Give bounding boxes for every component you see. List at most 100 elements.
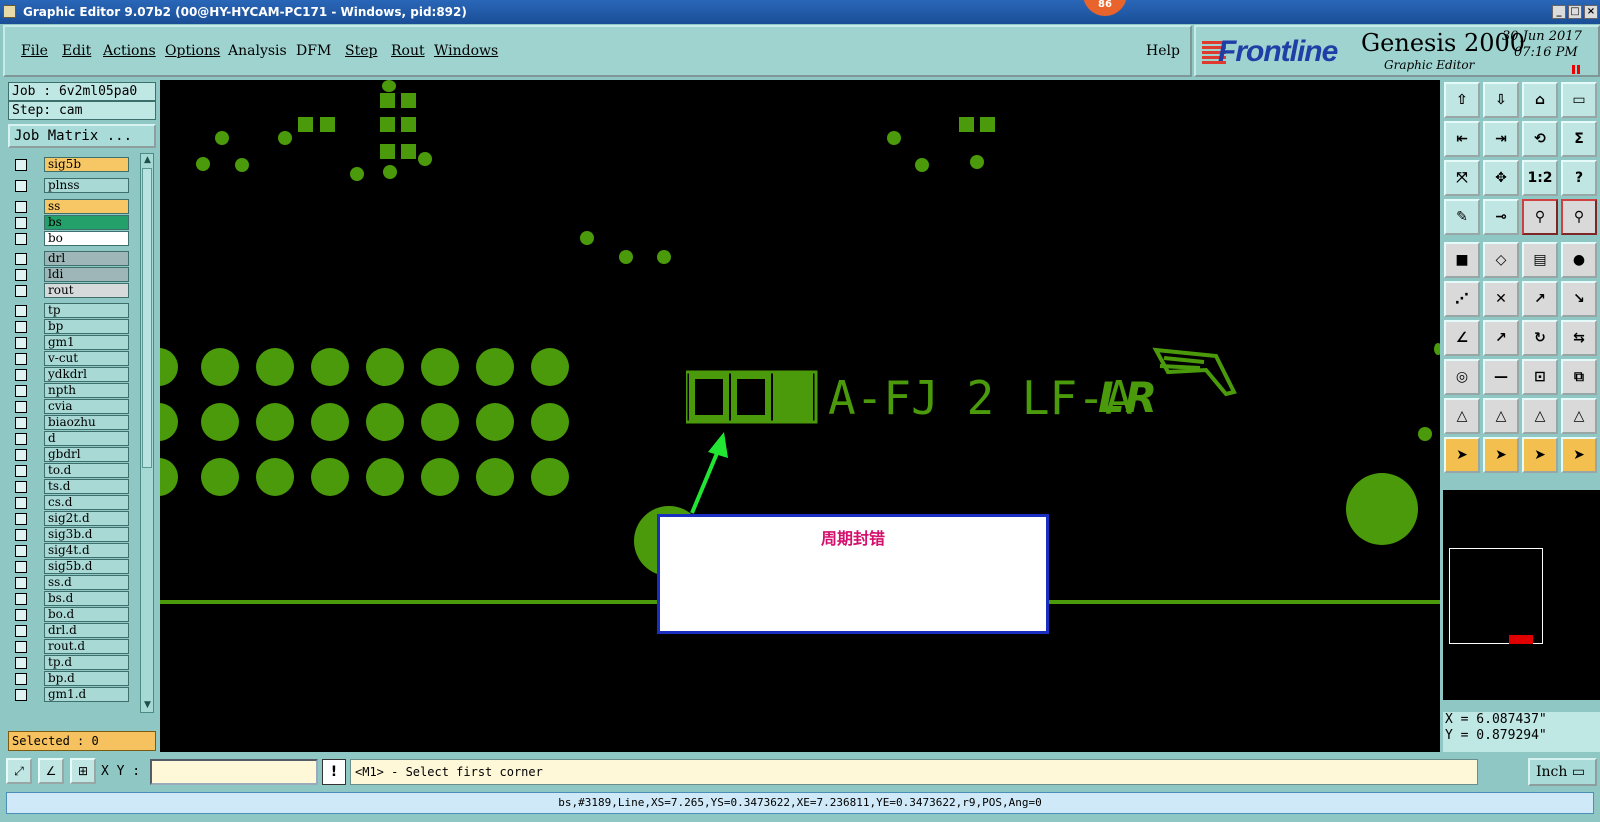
job-matrix-button[interactable]: Job Matrix ... [8,124,156,148]
scroll-thumb[interactable] [142,168,152,468]
layer-row[interactable]: bs [8,215,132,231]
layer-name[interactable]: gm1.d [44,687,129,702]
layer-row[interactable]: sig5b [8,157,132,173]
minimize-button[interactable]: _ [1552,5,1566,19]
layer-row[interactable]: d [8,431,132,447]
layer-row[interactable]: cvia [8,399,132,415]
layer-name[interactable]: sig5b.d [44,559,129,574]
xy-input[interactable] [150,759,318,785]
layer-name[interactable]: to.d [44,463,129,478]
layer-checkbox[interactable] [15,449,27,461]
layer-name[interactable]: cvia [44,399,129,414]
layer-checkbox[interactable] [15,201,27,213]
layer-checkbox[interactable] [15,305,27,317]
cut-icon[interactable]: — [1483,359,1519,395]
layer-name[interactable]: ss.d [44,575,129,590]
layer-checkbox[interactable] [15,369,27,381]
menu-edit[interactable]: Edit [62,43,91,59]
tri3-icon[interactable]: △ [1522,398,1558,434]
close-button[interactable]: × [1584,5,1598,19]
layer-row[interactable]: gm1 [8,335,132,351]
layer-name[interactable]: bp.d [44,671,129,686]
net-icon[interactable]: ⚲ [1522,199,1558,235]
layer-row[interactable]: cs.d [8,495,132,511]
layer-checkbox[interactable] [15,689,27,701]
layer-checkbox[interactable] [15,285,27,297]
layer-name[interactable]: bo [44,231,129,246]
layer-row[interactable]: sig4t.d [8,543,132,559]
layer-checkbox[interactable] [15,253,27,265]
probe-icon[interactable]: ⊸ [1483,199,1519,235]
layer-row[interactable]: rout.d [8,639,132,655]
layer-checkbox[interactable] [15,337,27,349]
layer-checkbox[interactable] [15,353,27,365]
select3-icon[interactable]: ➤ [1522,437,1558,473]
layer-row[interactable]: bp [8,319,132,335]
scroll-up-icon[interactable]: ▲ [142,155,153,166]
menu-rout[interactable]: Rout [391,43,425,59]
snap-point-icon[interactable]: ◎ [1444,359,1480,395]
home-icon[interactable]: ⌂ [1522,82,1558,118]
layer-row[interactable]: drl.d [8,623,132,639]
select-icon[interactable]: ➤ [1444,437,1480,473]
layer-name[interactable]: rout [44,283,129,298]
layer-checkbox[interactable] [15,159,27,171]
tri2-icon[interactable]: △ [1483,398,1519,434]
layer-name[interactable]: npth [44,383,129,398]
layer-checkbox[interactable] [15,529,27,541]
layer-row[interactable]: drl [8,251,132,267]
delete-icon[interactable]: ✕ [1483,281,1519,317]
grid-icon[interactable]: ⊞ [70,758,96,784]
snap-down-icon[interactable]: ⇩ [1483,82,1519,118]
layer-row[interactable]: plnss [8,178,132,194]
layer-checkbox[interactable] [15,180,27,192]
menu-analysis[interactable]: Analysis [228,43,287,59]
layer-checkbox[interactable] [15,217,27,229]
layer-row[interactable]: tp.d [8,655,132,671]
layer-name[interactable]: ydkdrl [44,367,129,382]
notification-badge[interactable]: 86 [1083,0,1127,16]
layer-name[interactable]: ss [44,199,129,214]
layer-row[interactable]: v-cut [8,351,132,367]
layer-row[interactable]: sig2t.d [8,511,132,527]
layer-name[interactable]: v-cut [44,351,129,366]
layer-name[interactable]: sig3b.d [44,527,129,542]
layer-checkbox[interactable] [15,417,27,429]
menu-file[interactable]: File [21,43,48,59]
layer-row[interactable]: gm1.d [8,687,132,703]
layer-name[interactable]: bp [44,319,129,334]
right-icon[interactable]: ⇥ [1483,121,1519,157]
menu-help[interactable]: Help [1146,43,1180,59]
overview-panel[interactable] [1443,490,1600,700]
circle-icon[interactable]: ● [1561,242,1597,278]
layer-row[interactable]: sig3b.d [8,527,132,543]
layer-checkbox[interactable] [15,465,27,477]
layer-name[interactable]: bo.d [44,607,129,622]
line-icon[interactable]: ∠ [1444,320,1480,356]
layer-checkbox[interactable] [15,577,27,589]
group-icon[interactable]: ⧉ [1561,359,1597,395]
net2-icon[interactable]: ⚲ [1561,199,1597,235]
layer-row[interactable]: ydkdrl [8,367,132,383]
layer-row[interactable]: ss.d [8,575,132,591]
layer-checkbox[interactable] [15,233,27,245]
layer-name[interactable]: d [44,431,129,446]
layer-row[interactable]: tp [8,303,132,319]
polygon-icon[interactable]: ◇ [1483,242,1519,278]
layer-name[interactable]: sig5b [44,157,129,172]
layer-row[interactable]: biaozhu [8,415,132,431]
layer-row[interactable]: ss [8,199,132,215]
layer-checkbox[interactable] [15,641,27,653]
layer-row[interactable]: bs.d [8,591,132,607]
layer-name[interactable]: plnss [44,178,129,193]
layer-name[interactable]: ldi [44,267,129,282]
layer-name[interactable]: biaozhu [44,415,129,430]
layer-row[interactable]: npth [8,383,132,399]
mirror-icon[interactable]: ⇆ [1561,320,1597,356]
scroll-down-icon[interactable]: ▼ [142,700,153,711]
units-select[interactable]: Inch ▭ [1528,758,1597,786]
layer-name[interactable]: bs.d [44,591,129,606]
menu-step[interactable]: Step [345,43,377,59]
arrow-icon[interactable]: ↗ [1483,320,1519,356]
layer-row[interactable]: bp.d [8,671,132,687]
